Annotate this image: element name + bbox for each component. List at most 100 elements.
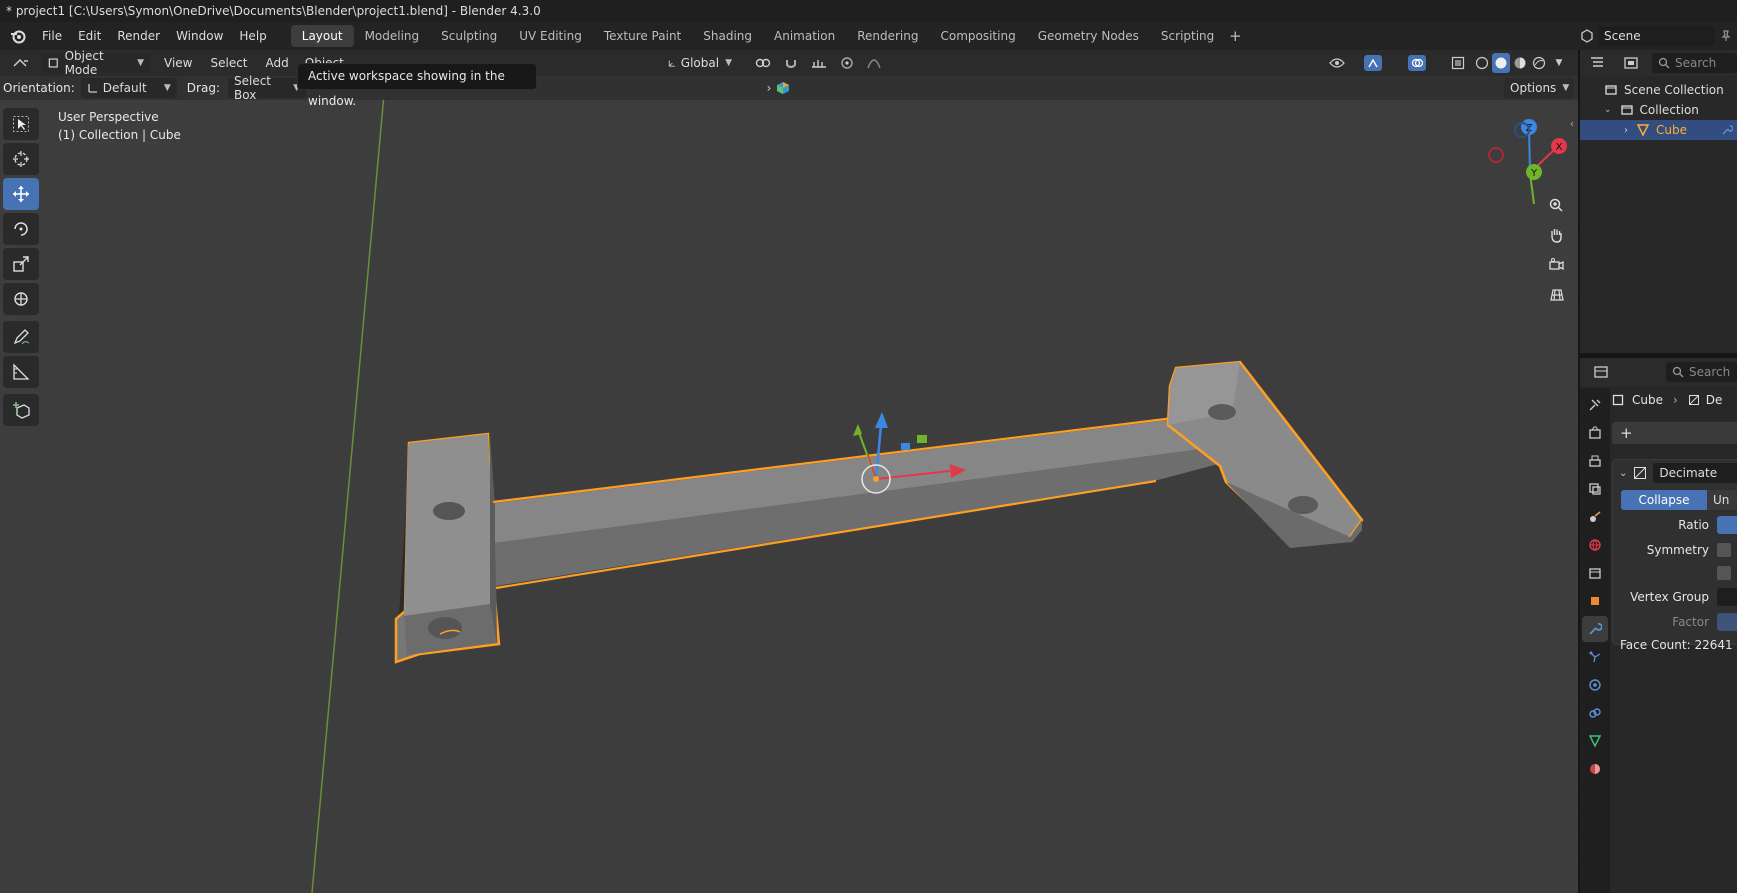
falloff-curve-icon[interactable] <box>860 53 888 73</box>
xray-toggle-icon[interactable] <box>1447 53 1469 73</box>
add-workspace-button[interactable]: + <box>1225 25 1245 47</box>
constraints-tab-icon[interactable] <box>1582 700 1608 726</box>
zoom-icon[interactable] <box>1543 192 1569 218</box>
proportional-editing-icon[interactable] <box>836 53 858 73</box>
ratio-slider[interactable] <box>1717 516 1737 534</box>
blender-logo-icon[interactable] <box>6 24 30 48</box>
cursor-tool[interactable] <box>3 143 39 175</box>
scene-name-field[interactable]: Scene <box>1598 26 1715 46</box>
collapse-mode-button[interactable]: Collapse <box>1621 490 1707 510</box>
snap-toggle-icon[interactable] <box>780 53 802 73</box>
outliner-row-cube[interactable]: › Cube <box>1580 120 1737 140</box>
shading-rendered-icon[interactable] <box>1530 53 1548 73</box>
world-tab-icon[interactable] <box>1582 532 1608 558</box>
material-tab-icon[interactable] <box>1582 756 1608 782</box>
menu-file[interactable]: File <box>34 25 70 47</box>
drag-dropdown[interactable]: Select Box ▼ <box>227 74 306 102</box>
tab-modeling[interactable]: Modeling <box>354 25 431 47</box>
chevron-down-icon: ▼ <box>1562 83 1570 93</box>
scene-tab-icon[interactable] <box>1582 504 1608 530</box>
annotate-tool[interactable] <box>3 321 39 353</box>
menu-window[interactable]: Window <box>168 25 231 47</box>
tab-geometry-nodes[interactable]: Geometry Nodes <box>1027 25 1150 47</box>
unsubdiv-mode-button[interactable]: Un <box>1707 490 1737 510</box>
pin-icon[interactable] <box>1715 26 1737 46</box>
rotate-tool[interactable] <box>3 213 39 245</box>
transform-orientation-dropdown[interactable]: Global ▼ <box>662 53 738 73</box>
menu-view[interactable]: View <box>158 53 198 73</box>
shading-wireframe-icon[interactable] <box>1473 53 1491 73</box>
shading-material-icon[interactable] <box>1511 53 1529 73</box>
chevron-down-icon[interactable]: ⌄ <box>1619 468 1627 479</box>
tab-rendering[interactable]: Rendering <box>846 25 929 47</box>
snap-target-icon[interactable] <box>804 53 834 73</box>
object-tab-icon[interactable] <box>1582 588 1608 614</box>
outliner-editor-type-icon[interactable] <box>1580 53 1614 73</box>
tab-compositing[interactable]: Compositing <box>929 25 1026 47</box>
overlays-toggle-icon[interactable] <box>1402 53 1432 73</box>
display-mode-icon[interactable] <box>1614 53 1648 73</box>
scene-selector: Scene <box>1576 25 1737 47</box>
chevron-right-icon[interactable]: › <box>1624 125 1628 136</box>
move-tool[interactable] <box>3 178 39 210</box>
measure-tool[interactable] <box>3 356 39 388</box>
gizmo-toggle-icon[interactable] <box>1358 53 1388 73</box>
tab-uv-editing[interactable]: UV Editing <box>508 25 593 47</box>
visibility-eye-icon[interactable] <box>1322 53 1352 73</box>
data-tab-icon[interactable] <box>1582 728 1608 754</box>
menu-select[interactable]: Select <box>204 53 253 73</box>
tool-tab-icon[interactable] <box>1582 392 1608 418</box>
properties-editor: Search Cube › De + ⌄ Decimate Collapse U… <box>1580 358 1737 893</box>
viewport-scene[interactable]: Z X Y <box>0 50 1578 893</box>
vertex-group-field[interactable] <box>1717 588 1737 606</box>
tab-shading[interactable]: Shading <box>692 25 763 47</box>
select-box-tool[interactable] <box>3 108 39 140</box>
menu-add[interactable]: Add <box>260 53 295 73</box>
tab-animation[interactable]: Animation <box>763 25 846 47</box>
modifier-tab-icon[interactable] <box>1582 616 1608 642</box>
outliner-search-input[interactable]: Search <box>1652 53 1737 73</box>
chevron-down-icon: ▼ <box>725 58 732 68</box>
menu-help[interactable]: Help <box>231 25 274 47</box>
scale-tool[interactable] <box>3 248 39 280</box>
tab-layout[interactable]: Layout <box>290 25 354 47</box>
collection-tab-icon[interactable] <box>1582 560 1608 586</box>
editor-type-icon[interactable] <box>4 53 38 73</box>
symmetry-checkbox[interactable] <box>1717 543 1731 557</box>
scene-icon[interactable] <box>1576 26 1598 46</box>
particles-tab-icon[interactable] <box>1582 644 1608 670</box>
tab-texture-paint[interactable]: Texture Paint <box>593 25 692 47</box>
outliner: Search Scene Collection ⌄ Collection › C… <box>1580 50 1737 353</box>
pan-hand-icon[interactable] <box>1543 222 1569 248</box>
tab-sculpting[interactable]: Sculpting <box>430 25 508 47</box>
chevron-down-icon[interactable]: ⌄ <box>1604 105 1612 115</box>
tab-scripting[interactable]: Scripting <box>1150 25 1225 47</box>
triangulate-checkbox[interactable] <box>1717 566 1731 580</box>
orientation-dropdown[interactable]: Default ▼ <box>80 78 177 98</box>
add-modifier-button[interactable]: + <box>1612 422 1737 444</box>
add-cube-tool[interactable] <box>3 394 39 426</box>
active-tool-icon[interactable] <box>772 78 794 98</box>
factor-slider[interactable] <box>1717 613 1737 631</box>
shading-options-chevron-icon[interactable]: ▼ <box>1550 53 1568 73</box>
transform-tool[interactable] <box>3 283 39 315</box>
physics-tab-icon[interactable] <box>1582 672 1608 698</box>
sidebar-toggle-chevron-icon[interactable]: ‹ <box>1566 114 1578 134</box>
camera-view-icon[interactable] <box>1543 252 1569 278</box>
modifier-name-field[interactable]: Decimate <box>1653 463 1737 483</box>
menu-render[interactable]: Render <box>109 25 168 47</box>
collection-icon <box>1620 105 1633 115</box>
mode-dropdown[interactable]: Object Mode ▼ <box>42 50 150 77</box>
outliner-row-scene-collection[interactable]: Scene Collection <box>1580 80 1737 100</box>
render-tab-icon[interactable] <box>1582 420 1608 446</box>
ortho-grid-icon[interactable] <box>1543 282 1569 308</box>
transform-orientation-label: Global <box>680 56 720 70</box>
shading-solid-icon[interactable] <box>1492 53 1510 73</box>
view-layer-tab-icon[interactable] <box>1582 476 1608 502</box>
pivot-point-icon[interactable] <box>748 53 778 73</box>
outliner-row-collection[interactable]: ⌄ Collection <box>1580 100 1737 120</box>
menu-edit[interactable]: Edit <box>70 25 109 47</box>
3d-viewport[interactable]: Z X Y Object Mode ▼ View Select Add Obje… <box>0 50 1578 893</box>
output-tab-icon[interactable] <box>1582 448 1608 474</box>
options-dropdown[interactable]: Options ▼ <box>1504 78 1574 98</box>
